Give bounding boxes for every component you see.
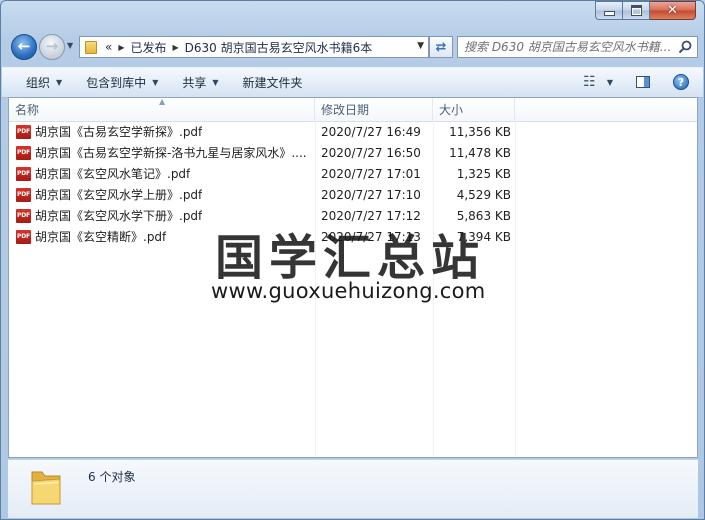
file-row[interactable]: PDF 胡京国《玄空风水学上册》.pdf 2020/7/27 17:10 4,5… bbox=[9, 184, 697, 205]
recent-pages-dropdown[interactable]: ▼ bbox=[67, 41, 73, 50]
chevron-down-icon: ▼ bbox=[152, 78, 159, 87]
toolbar-right: ☷ ▼ ? bbox=[577, 70, 693, 94]
file-date: 2020/7/27 16:50 bbox=[321, 145, 421, 160]
search-input[interactable] bbox=[462, 38, 676, 56]
share-label: 共享 bbox=[182, 76, 207, 90]
breadcrumb-item-current-folder[interactable]: D630 胡京国古易玄空风水书籍6本 bbox=[185, 39, 373, 56]
address-dropdown-icon[interactable]: ▼ bbox=[417, 41, 424, 51]
sort-ascending-icon: ▲ bbox=[159, 97, 166, 106]
address-bar[interactable]: « ▶ 已发布 ▶ D630 胡京国古易玄空风水书籍6本 ▼ bbox=[79, 36, 429, 58]
command-bar: 组织 ▼ 包含到库中 ▼ 共享 ▼ 新建文件夹 ☷ ▼ ? bbox=[2, 67, 703, 98]
column-date-header[interactable]: 修改日期 bbox=[315, 98, 433, 121]
minimize-icon bbox=[603, 11, 615, 16]
column-name-label: 名称 bbox=[15, 103, 40, 117]
breadcrumb-separator-icon[interactable]: ▶ bbox=[118, 43, 124, 52]
help-icon: ? bbox=[673, 74, 689, 90]
column-name-header[interactable]: 名称 ▲ bbox=[9, 98, 315, 121]
share-menu[interactable]: 共享 ▼ bbox=[172, 71, 228, 95]
minimize-button[interactable] bbox=[595, 1, 623, 20]
file-name-cell: PDF 胡京国《玄空风水笔记》.pdf bbox=[16, 163, 314, 184]
breadcrumb-overflow[interactable]: « bbox=[105, 40, 112, 54]
close-icon: ✕ bbox=[667, 3, 678, 18]
refresh-button[interactable]: ⇄ bbox=[429, 36, 453, 58]
maximize-icon bbox=[630, 5, 642, 16]
file-date: 2020/7/27 16:49 bbox=[321, 124, 421, 139]
back-arrow-icon: ← bbox=[17, 37, 31, 55]
file-name-cell: PDF 胡京国《古易玄空学新探》.pdf bbox=[16, 121, 314, 142]
view-options-dropdown-icon[interactable]: ▼ bbox=[607, 78, 613, 87]
back-button[interactable]: ← bbox=[11, 34, 37, 60]
caption-buttons: ✕ bbox=[595, 1, 696, 20]
file-name: 胡京国《玄空精断》.pdf bbox=[35, 230, 167, 244]
help-button[interactable]: ? bbox=[669, 70, 693, 94]
change-view-button[interactable]: ☷ bbox=[577, 70, 601, 94]
column-size-header[interactable]: 大小 bbox=[433, 98, 515, 121]
file-row[interactable]: PDF 胡京国《古易玄空学新探》.pdf 2020/7/27 16:49 11,… bbox=[9, 121, 697, 142]
search-box bbox=[457, 36, 698, 58]
file-date: 2020/7/27 17:01 bbox=[321, 166, 421, 181]
column-size-label: 大小 bbox=[439, 103, 464, 117]
watermark-url: www.guoxuehuizong.com bbox=[211, 279, 486, 303]
pdf-file-icon: PDF bbox=[16, 208, 31, 223]
file-date: 2020/7/27 17:10 bbox=[321, 187, 421, 202]
file-row[interactable]: PDF 胡京国《玄空风水笔记》.pdf 2020/7/27 17:01 1,32… bbox=[9, 163, 697, 184]
file-name-cell: PDF 胡京国《古易玄空学新探-洛书九星与居家风水》.... bbox=[16, 142, 314, 163]
organize-menu[interactable]: 组织 ▼ bbox=[16, 71, 72, 95]
navigation-bar: ← → ▼ « ▶ 已发布 ▶ D630 胡京国古易玄空风水书籍6本 ▼ ⇄ bbox=[9, 33, 698, 61]
folder-icon bbox=[31, 471, 61, 505]
preview-pane-button[interactable] bbox=[631, 70, 655, 94]
column-date-label: 修改日期 bbox=[321, 103, 370, 117]
new-folder-button[interactable]: 新建文件夹 bbox=[233, 71, 313, 95]
forward-button[interactable]: → bbox=[39, 34, 65, 60]
pdf-file-icon: PDF bbox=[16, 187, 31, 202]
breadcrumb-item-published[interactable]: 已发布 bbox=[131, 39, 167, 56]
chevron-down-icon: ▼ bbox=[56, 78, 63, 87]
organize-label: 组织 bbox=[26, 76, 51, 90]
explorer-window: ✕ ← → ▼ « ▶ 已发布 ▶ D630 胡京国古易玄空风水书籍6本 ▼ ⇄ bbox=[0, 0, 705, 520]
details-pane: 6 个对象 bbox=[8, 459, 698, 518]
pdf-file-icon: PDF bbox=[16, 229, 31, 244]
file-size: 11,356 KB bbox=[449, 124, 511, 139]
watermark-title: 国学汇总站 bbox=[215, 230, 486, 286]
pdf-file-icon: PDF bbox=[16, 145, 31, 160]
file-size: 11,478 KB bbox=[449, 145, 511, 160]
file-name: 胡京国《古易玄空学新探-洛书九星与居家风水》.... bbox=[35, 146, 307, 160]
view-list-icon: ☷ bbox=[583, 74, 596, 90]
column-header: 名称 ▲ 修改日期 大小 bbox=[9, 98, 697, 122]
maximize-button[interactable] bbox=[623, 1, 650, 20]
file-name: 胡京国《玄空风水学上册》.pdf bbox=[35, 188, 203, 202]
folder-icon bbox=[85, 40, 97, 54]
search-icon[interactable] bbox=[677, 39, 693, 55]
file-name: 胡京国《玄空风水笔记》.pdf bbox=[35, 167, 191, 181]
refresh-icon: ⇄ bbox=[435, 39, 447, 55]
new-folder-label: 新建文件夹 bbox=[242, 76, 303, 90]
pdf-file-icon: PDF bbox=[16, 166, 31, 181]
pdf-file-icon: PDF bbox=[16, 124, 31, 139]
file-name-cell: PDF 胡京国《玄空风水学上册》.pdf bbox=[16, 184, 314, 205]
file-size: 4,529 KB bbox=[456, 187, 511, 202]
breadcrumb-separator-icon[interactable]: ▶ bbox=[173, 43, 179, 52]
preview-pane-icon bbox=[636, 76, 650, 88]
close-button[interactable]: ✕ bbox=[650, 1, 696, 20]
forward-arrow-icon: → bbox=[45, 37, 59, 55]
file-row[interactable]: PDF 胡京国《古易玄空学新探-洛书九星与居家风水》.... 2020/7/27… bbox=[9, 142, 697, 163]
file-size: 1,325 KB bbox=[456, 166, 511, 181]
item-count: 6 个对象 bbox=[88, 470, 136, 484]
chevron-down-icon: ▼ bbox=[212, 78, 219, 87]
include-in-library-menu[interactable]: 包含到库中 ▼ bbox=[76, 71, 168, 95]
file-name: 胡京国《玄空风水学下册》.pdf bbox=[35, 209, 203, 223]
breadcrumb: « ▶ 已发布 ▶ D630 胡京国古易玄空风水书籍6本 bbox=[105, 39, 372, 56]
include-in-library-label: 包含到库中 bbox=[86, 76, 147, 90]
file-name: 胡京国《古易玄空学新探》.pdf bbox=[35, 125, 203, 139]
